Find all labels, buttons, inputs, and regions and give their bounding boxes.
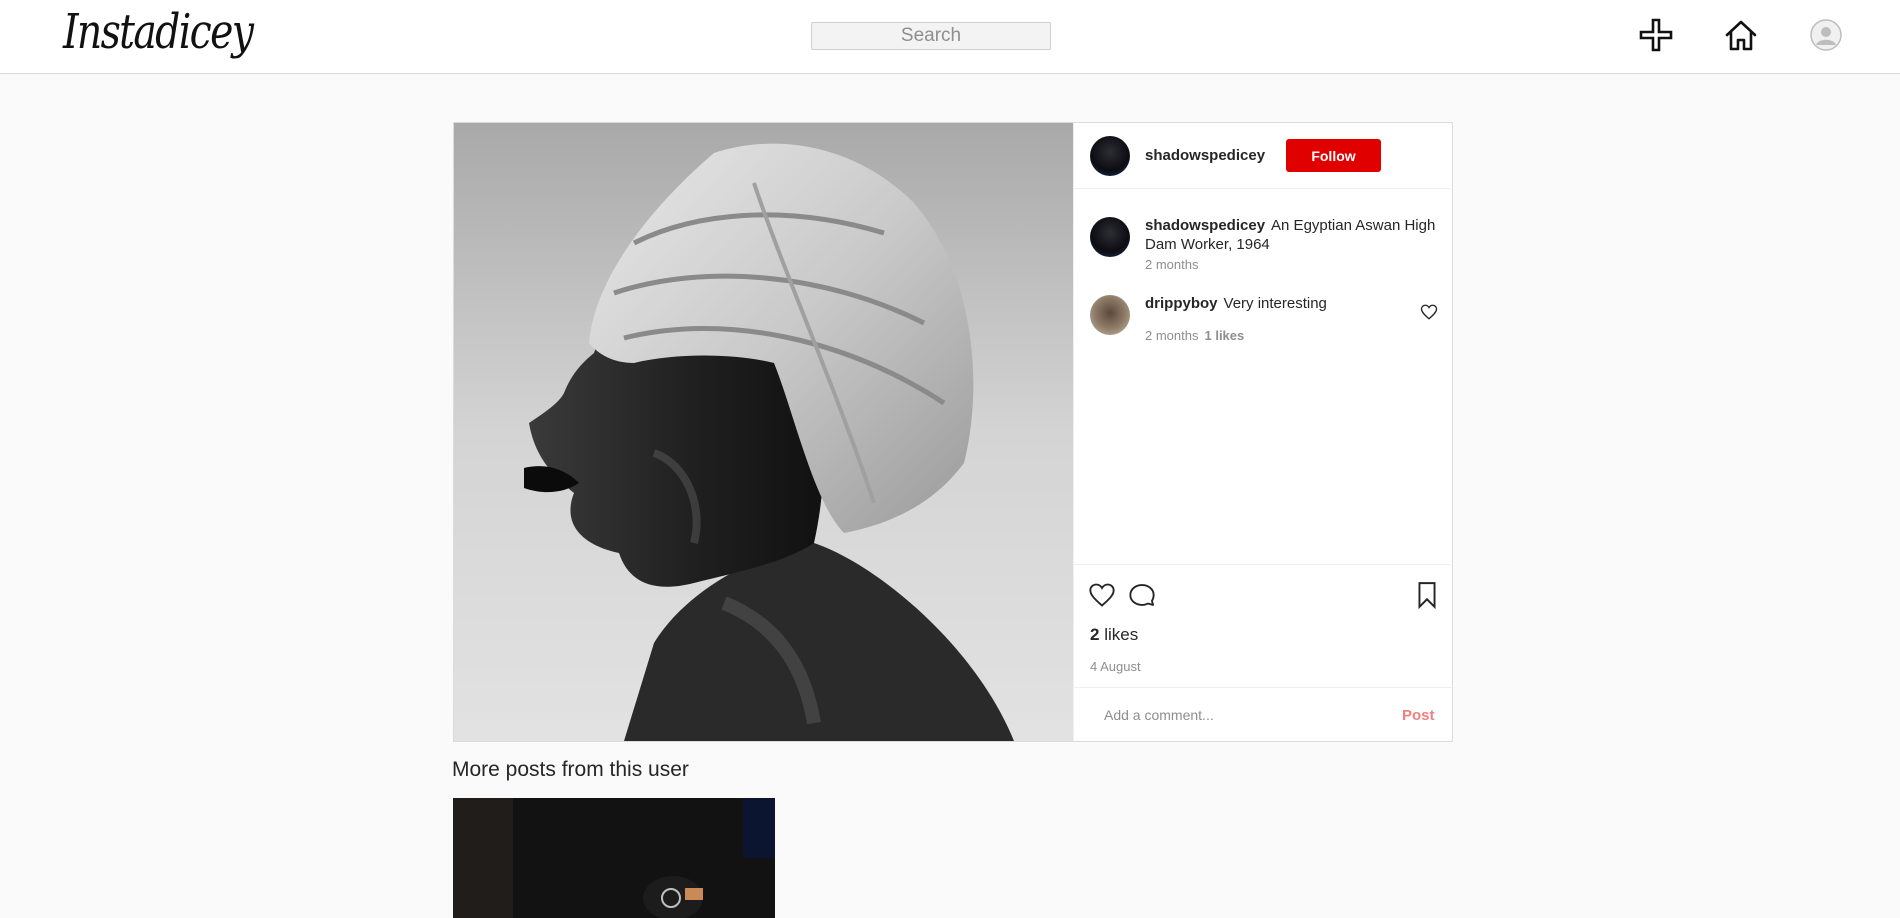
caption-time: 2 months [1145, 257, 1199, 272]
commenter-avatar[interactable] [1090, 295, 1130, 335]
comment-meta: 2 months 1 likes [1145, 328, 1244, 343]
follow-button[interactable]: Follow [1286, 139, 1381, 172]
likes-label: likes [1104, 625, 1139, 644]
caption-text: shadowspedicey An Egyptian Aswan High Dam… [1145, 216, 1440, 254]
comment-time: 2 months [1145, 328, 1199, 343]
portrait-photo [454, 123, 1073, 741]
caption-avatar[interactable] [1090, 217, 1130, 257]
bookmark-icon[interactable] [1414, 581, 1440, 609]
post-date: 4 August [1090, 659, 1141, 674]
likes-number: 2 [1090, 625, 1100, 644]
comment-likes[interactable]: 1 likes [1204, 328, 1244, 343]
like-heart-icon[interactable] [1088, 581, 1116, 609]
caption-username[interactable]: shadowspedicey [1145, 217, 1265, 234]
home-icon[interactable] [1723, 17, 1759, 53]
author-username[interactable]: shadowspedicey [1145, 147, 1265, 164]
comment-username[interactable]: drippyboy [1145, 295, 1218, 312]
comment-like-heart-icon[interactable] [1420, 303, 1438, 321]
thumbnail-photo [453, 798, 775, 918]
more-posts-title: More posts from this user [452, 758, 689, 781]
author-avatar[interactable] [1090, 136, 1130, 176]
post-image[interactable] [454, 123, 1073, 741]
post-comment-button[interactable]: Post [1402, 707, 1435, 724]
app-logo[interactable]: Instadicey [63, 4, 254, 60]
plus-icon[interactable] [1638, 17, 1674, 53]
post-likes-count[interactable]: 2 likes [1090, 625, 1138, 645]
post-sidebar: shadowspedicey Follow shadowspedicey An E… [1073, 123, 1454, 741]
search-input[interactable] [811, 22, 1051, 50]
more-post-thumbnail[interactable] [453, 798, 775, 918]
comment-text: drippyboy Very interesting [1145, 294, 1415, 313]
comment-bubble-icon[interactable] [1128, 581, 1156, 609]
post-actions: 2 likes 4 August [1074, 564, 1454, 687]
comment-body: Very interesting [1223, 295, 1327, 312]
post-header: shadowspedicey Follow [1074, 123, 1454, 189]
post-card: shadowspedicey Follow shadowspedicey An E… [453, 122, 1454, 742]
add-comment-bar: Post [1074, 687, 1454, 741]
comment-input[interactable] [1104, 700, 1374, 730]
top-navigation-bar: Instadicey [0, 0, 1900, 74]
profile-avatar-icon[interactable] [1808, 17, 1844, 53]
